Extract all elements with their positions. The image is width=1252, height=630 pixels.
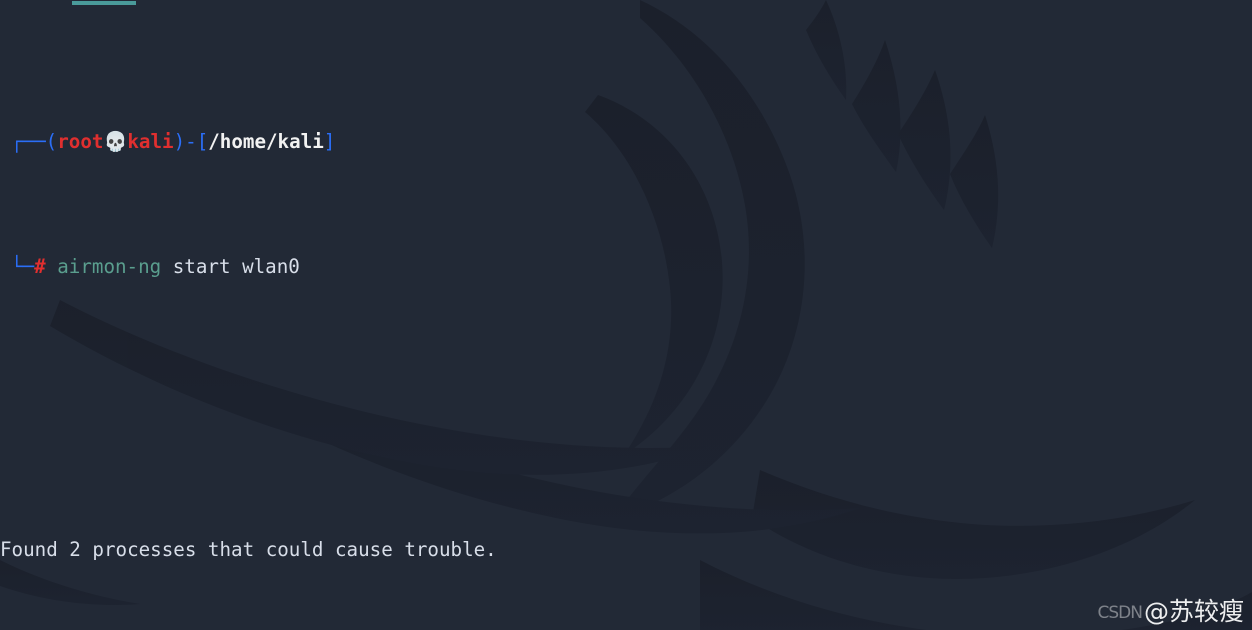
prompt-corner-bottom-icon: └─	[11, 255, 35, 279]
prompt-bracket-close: ]	[323, 129, 336, 153]
command-args: start wlan0	[161, 255, 300, 279]
terminal-window[interactable]: ┌──(root💀kali)-[/home/kali] └─# airmon-n…	[0, 0, 1252, 630]
prompt-paren-close: )	[173, 129, 186, 153]
terminal-output[interactable]: ┌──(root💀kali)-[/home/kali] └─# airmon-n…	[0, 0, 890, 630]
prompt-dash: -	[185, 129, 197, 153]
watermark-author: @苏较瘦	[1143, 597, 1244, 626]
prompt-line-top: ┌──(root💀kali)-[/home/kali]	[0, 126, 890, 157]
prompt-line-command[interactable]: └─# airmon-ng start wlan0	[0, 251, 890, 282]
previous-line-remnant	[0, 0, 1252, 8]
teal-underline-remnant	[72, 1, 136, 5]
warning-line-1: Found 2 processes that could cause troub…	[0, 537, 497, 561]
skull-icon: 💀	[103, 129, 128, 153]
prompt-paren-open: (	[45, 129, 58, 153]
csdn-logo: CSDN	[1097, 603, 1143, 623]
prompt-user: root	[57, 129, 104, 153]
command-name: airmon-ng	[57, 255, 162, 279]
prompt-bracket-open: [	[196, 129, 209, 153]
prompt-hash: #	[34, 255, 46, 279]
prompt-path: /home/kali	[208, 129, 324, 153]
watermark: CSDN @苏较瘦	[1098, 592, 1244, 628]
prompt-host: kali	[127, 129, 174, 153]
prompt-corner-top-icon: ┌──	[11, 129, 46, 153]
